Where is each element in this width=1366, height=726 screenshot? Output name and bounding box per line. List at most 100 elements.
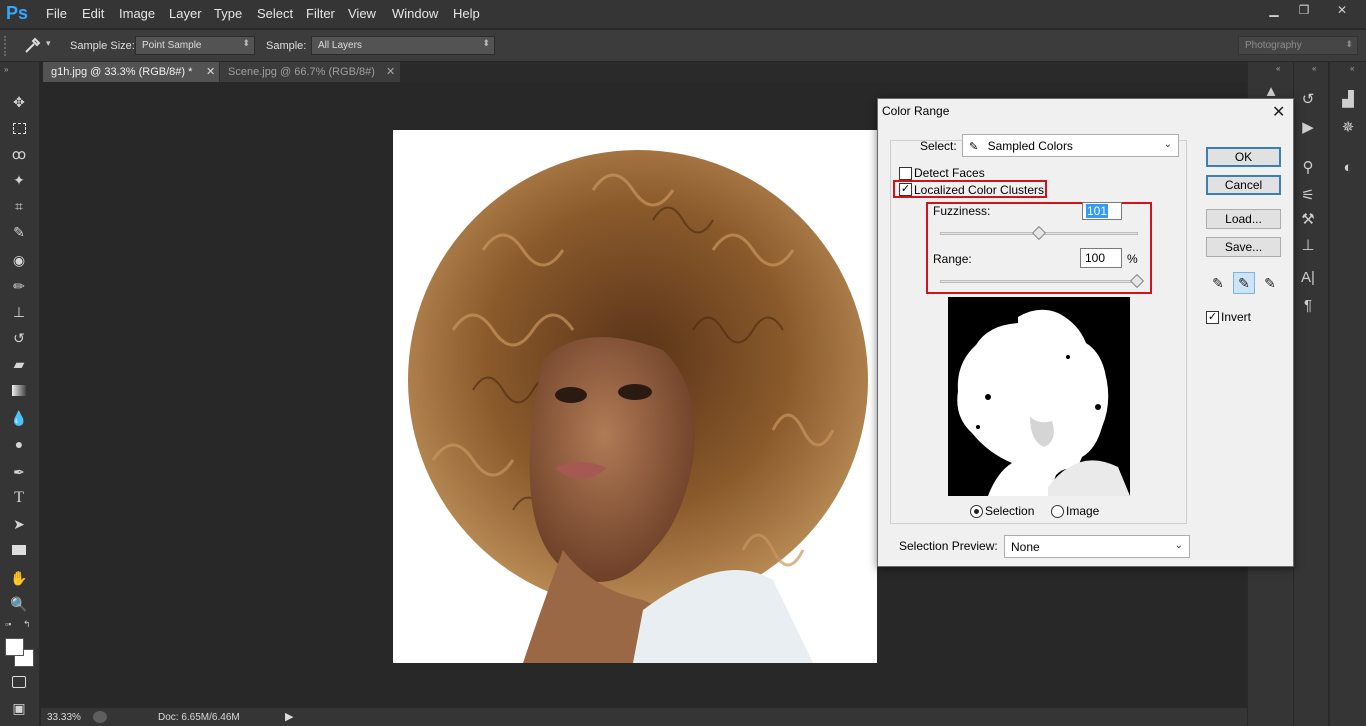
updown-icon: ⬍ bbox=[1345, 39, 1353, 49]
restore-icon[interactable]: ❐ bbox=[1290, 2, 1318, 18]
default-colors-icon[interactable]: ▫▪ bbox=[5, 619, 11, 629]
actions-play-icon[interactable]: ▶ bbox=[1296, 116, 1320, 138]
tab-g1h[interactable]: g1h.jpg @ 33.3% (RGB/8#) * ✕ bbox=[43, 62, 219, 82]
collapse-arrows-icon[interactable]: « bbox=[1350, 64, 1354, 73]
eyedropper-icon[interactable]: ✎ bbox=[9, 222, 29, 242]
tool-presets-icon[interactable]: ⚒ bbox=[1296, 208, 1320, 230]
move-tool-icon[interactable]: ✥ bbox=[9, 92, 29, 112]
fuzziness-input[interactable]: 101 bbox=[1082, 202, 1122, 220]
document-image[interactable] bbox=[393, 130, 877, 663]
status-arrow-icon[interactable]: ▶ bbox=[285, 710, 293, 723]
add-to-sample-eyedropper-icon[interactable]: ✎ bbox=[1233, 272, 1255, 294]
hand-tool-icon[interactable]: ✋ bbox=[9, 568, 29, 588]
photoshop-logo: Ps bbox=[6, 3, 29, 23]
selection-preview-dropdown[interactable]: None ⌄ bbox=[1004, 535, 1190, 558]
navigator-wheel-icon[interactable]: ✵ bbox=[1336, 116, 1360, 138]
menu-image[interactable]: Image bbox=[119, 6, 155, 21]
fuzziness-value: 101 bbox=[1086, 204, 1109, 218]
cancel-button[interactable]: Cancel bbox=[1206, 175, 1281, 195]
range-input[interactable]: 100 bbox=[1080, 248, 1122, 268]
histogram-icon[interactable]: ▟ bbox=[1336, 88, 1360, 110]
marquee-tool-icon[interactable] bbox=[9, 118, 29, 138]
select-dropdown[interactable]: ✎ Sampled Colors ⌄ bbox=[962, 134, 1179, 157]
minimize-icon[interactable]: ▁ bbox=[1260, 2, 1288, 18]
image-radio[interactable] bbox=[1051, 505, 1064, 518]
menu-view[interactable]: View bbox=[348, 6, 376, 21]
tab-close-icon[interactable]: ✕ bbox=[386, 65, 395, 78]
history-icon[interactable]: ↺ bbox=[1296, 88, 1320, 110]
sample-size-value: Point Sample bbox=[142, 40, 202, 51]
eraser-tool-icon[interactable]: ▰ bbox=[9, 354, 29, 374]
menu-type[interactable]: Type bbox=[214, 6, 242, 21]
healing-tool-icon[interactable]: ◉ bbox=[9, 250, 29, 270]
range-slider-track[interactable] bbox=[940, 280, 1138, 283]
blur-tool-icon[interactable]: 💧 bbox=[9, 408, 29, 428]
range-label: Range: bbox=[933, 252, 972, 266]
chevron-down-icon: ⌄ bbox=[1174, 540, 1183, 551]
foreground-color-swatch[interactable] bbox=[5, 638, 24, 656]
select-value: Sampled Colors bbox=[987, 139, 1073, 153]
sample-size-select[interactable]: Point Sample ⬍ bbox=[135, 36, 255, 55]
collapse-arrows-icon[interactable]: » bbox=[4, 65, 8, 74]
stamp-tool-icon[interactable]: ⊥ bbox=[9, 302, 29, 322]
panel-dock-middle: « ↺ ▶ ⚲ ⚟ ⚒ ⊥ A| ¶ bbox=[1294, 62, 1328, 726]
magic-wand-tool-icon[interactable]: ✦ bbox=[9, 170, 29, 190]
menu-help[interactable]: Help bbox=[453, 6, 480, 21]
screen-mode-icon[interactable]: ▣ bbox=[9, 698, 29, 718]
localized-clusters-checkbox[interactable]: ✓ bbox=[899, 183, 912, 196]
ok-button[interactable]: OK bbox=[1206, 147, 1281, 167]
selection-radio-label: Selection bbox=[985, 504, 1035, 518]
dialog-title: Color Range bbox=[882, 104, 950, 118]
color-range-dialog: Color Range ✕ Select: ✎ Sampled Colors ⌄… bbox=[877, 98, 1294, 567]
eyedropper-tool-icon[interactable] bbox=[22, 34, 44, 56]
selection-preview-image bbox=[948, 297, 1130, 496]
tool-preset-arrow-icon[interactable]: ▾ bbox=[46, 38, 51, 49]
eyedropper-icon[interactable]: ✎ bbox=[1207, 272, 1229, 294]
invert-checkbox[interactable]: ✓ bbox=[1206, 311, 1219, 324]
subtract-from-sample-eyedropper-icon[interactable]: ✎ bbox=[1259, 272, 1281, 294]
sample-size-label: Sample Size: bbox=[70, 40, 135, 52]
menu-edit[interactable]: Edit bbox=[82, 6, 104, 21]
dodge-tool-icon[interactable]: ● bbox=[9, 434, 29, 454]
history-brush-icon[interactable]: ↺ bbox=[9, 328, 29, 348]
pen-tool-icon[interactable]: ✒ bbox=[9, 462, 29, 482]
tab-close-icon[interactable]: ✕ bbox=[206, 65, 215, 78]
brush-settings-icon[interactable]: ⚟ bbox=[1296, 184, 1320, 206]
paragraph-icon[interactable]: ¶ bbox=[1296, 294, 1320, 316]
detect-faces-checkbox[interactable] bbox=[899, 167, 912, 180]
crop-tool-icon[interactable]: ⌗ bbox=[9, 196, 29, 216]
chevron-down-icon: ⌄ bbox=[1163, 139, 1172, 150]
save-button[interactable]: Save... bbox=[1206, 237, 1281, 257]
gradient-tool-icon[interactable] bbox=[9, 380, 29, 400]
quick-mask-icon[interactable] bbox=[9, 672, 29, 692]
range-value: 100 bbox=[1085, 251, 1106, 265]
menu-select[interactable]: Select bbox=[257, 6, 293, 21]
menu-filter[interactable]: Filter bbox=[306, 6, 335, 21]
menu-bar: Ps File Edit Image Layer Type Select Fil… bbox=[0, 0, 1366, 28]
menu-layer[interactable]: Layer bbox=[169, 6, 202, 21]
collapse-arrows-icon[interactable]: « bbox=[1276, 64, 1280, 73]
collapse-arrows-icon[interactable]: « bbox=[1312, 64, 1316, 73]
sample-select[interactable]: All Layers ⬍ bbox=[311, 36, 495, 55]
selection-preview-value: None bbox=[1011, 540, 1040, 554]
path-selection-icon[interactable]: ➤ bbox=[9, 514, 29, 534]
character-icon[interactable]: A| bbox=[1296, 266, 1320, 288]
load-button[interactable]: Load... bbox=[1206, 209, 1281, 229]
workspace-select[interactable]: Photography ⬍ bbox=[1238, 36, 1358, 55]
brush-tool-icon[interactable]: ✏ bbox=[9, 276, 29, 296]
selection-radio[interactable] bbox=[970, 505, 983, 518]
lasso-tool-icon[interactable]: ꝏ bbox=[9, 144, 29, 164]
status-menu-icon[interactable] bbox=[93, 711, 107, 723]
clone-source-icon[interactable]: ⊥ bbox=[1296, 234, 1320, 256]
adjustments-icon[interactable]: ◐ bbox=[1336, 156, 1360, 178]
brush-presets-icon[interactable]: ⚲ bbox=[1296, 156, 1320, 178]
swap-colors-icon[interactable]: ↰ bbox=[23, 619, 31, 630]
window-close-icon[interactable]: ✕ bbox=[1322, 2, 1362, 18]
zoom-tool-icon[interactable]: 🔍 bbox=[9, 594, 29, 614]
dialog-close-icon[interactable]: ✕ bbox=[1272, 102, 1285, 122]
type-tool-icon[interactable]: T bbox=[9, 488, 29, 508]
menu-window[interactable]: Window bbox=[392, 6, 438, 21]
tab-scene[interactable]: Scene.jpg @ 66.7% (RGB/8#) ✕ bbox=[220, 62, 400, 82]
rectangle-tool-icon[interactable] bbox=[9, 540, 29, 560]
menu-file[interactable]: File bbox=[46, 6, 67, 21]
